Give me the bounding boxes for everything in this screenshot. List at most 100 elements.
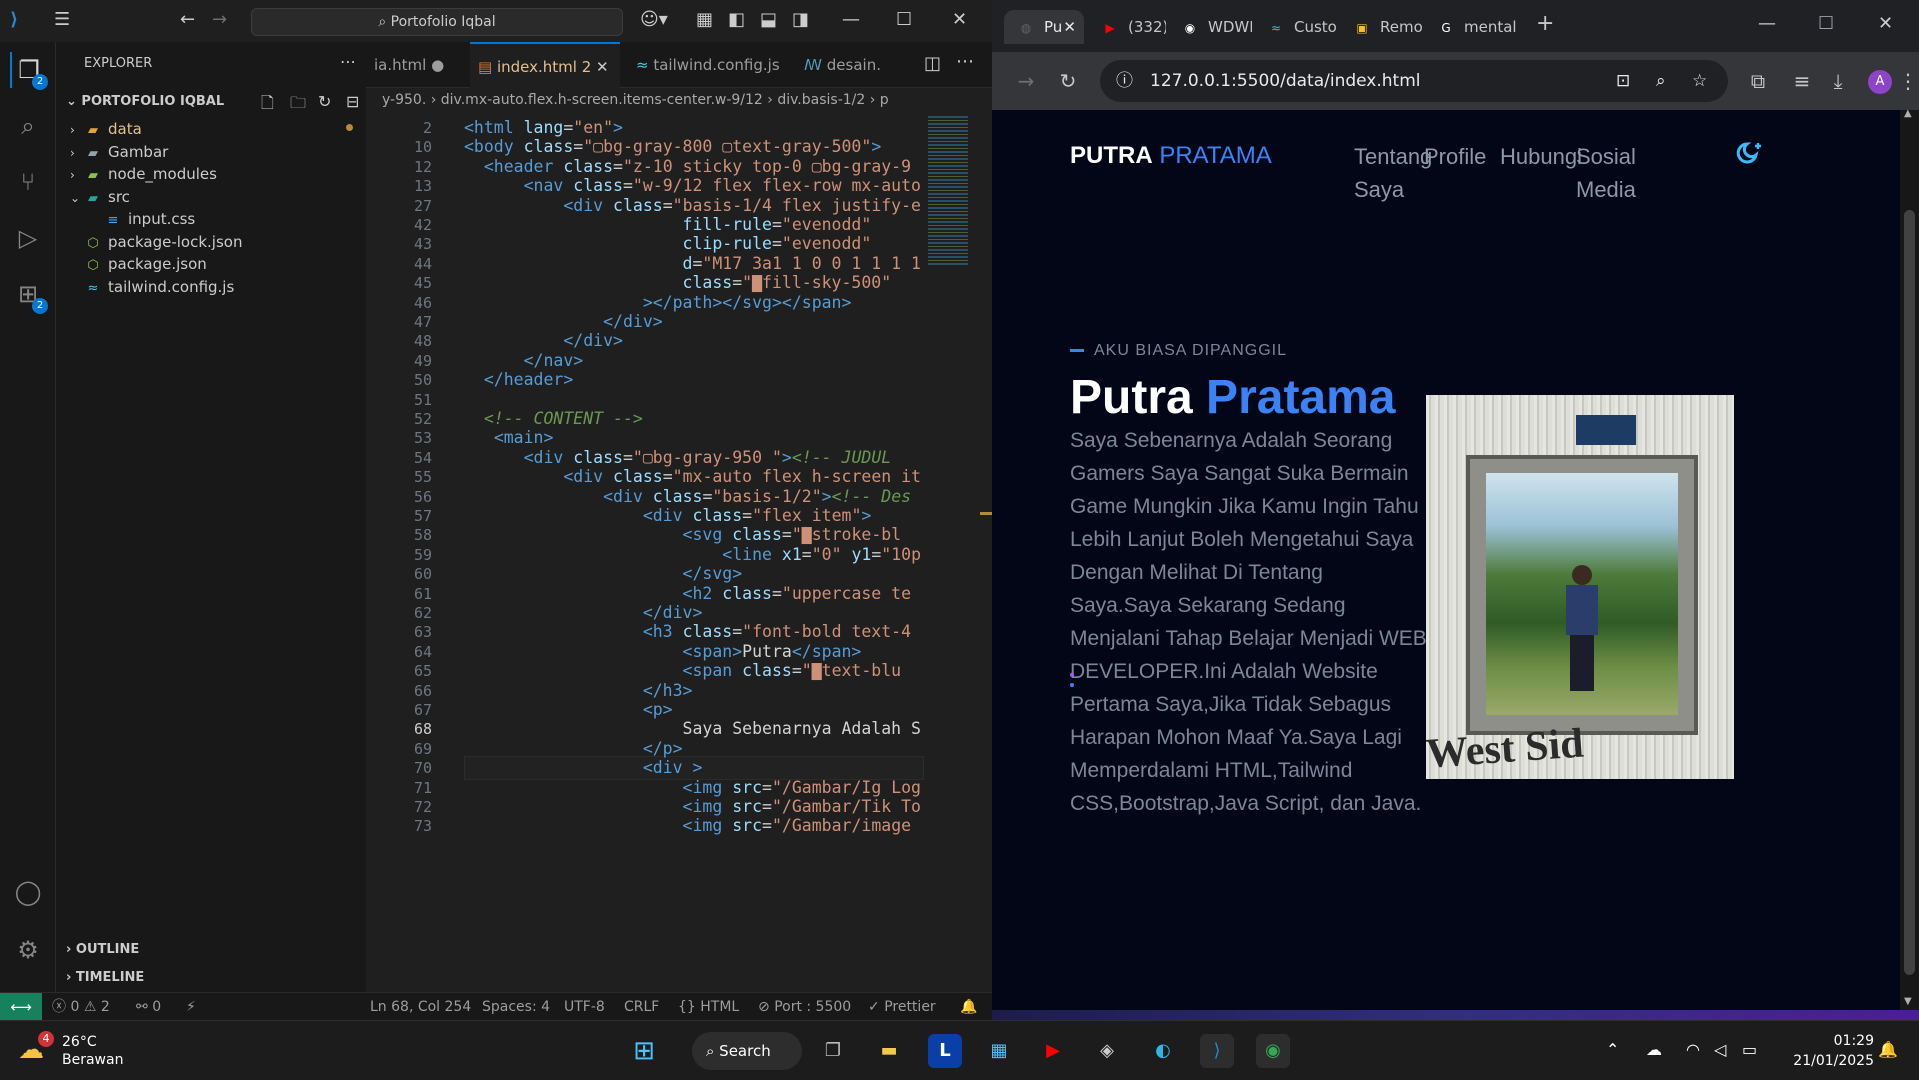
show-hidden-icons-icon[interactable]: ⌃ bbox=[1606, 1039, 1619, 1061]
forward-arrow-icon[interactable]: → bbox=[1012, 69, 1040, 93]
new-folder-icon[interactable]: 🗀 bbox=[290, 92, 306, 119]
battery-icon[interactable]: ▭ bbox=[1742, 1039, 1757, 1061]
downloads-icon[interactable]: ⤓ bbox=[1824, 69, 1852, 93]
notifications-icon[interactable]: 🔔 bbox=[960, 993, 977, 1021]
back-arrow-icon[interactable]: ← bbox=[180, 10, 195, 30]
accounts-icon[interactable]: ◯ bbox=[10, 874, 46, 910]
ports-status[interactable]: ⚯ 0 bbox=[136, 993, 161, 1021]
new-file-icon[interactable]: 🗋 bbox=[261, 92, 274, 119]
nav-link-sosial-media[interactable]: Sosial Media bbox=[1576, 140, 1636, 206]
bookmark-star-icon[interactable]: ☆ bbox=[1692, 60, 1707, 102]
editor-more-icon[interactable]: ⋯ bbox=[956, 52, 974, 72]
tab-ia-html[interactable]: ia.html ● bbox=[366, 42, 458, 88]
plug-icon[interactable]: ⚡ bbox=[186, 993, 196, 1021]
media-controls-icon[interactable]: ≡ bbox=[1788, 69, 1816, 93]
run-debug-icon[interactable]: ▷ bbox=[10, 220, 46, 256]
nav-link-hubungi[interactable]: Hubungi bbox=[1500, 140, 1582, 173]
app-icon[interactable]: ◈ bbox=[1090, 1034, 1124, 1068]
cursor-position[interactable]: Ln 68, Col 254 bbox=[370, 993, 471, 1021]
windows-start-icon[interactable]: ⊞ bbox=[627, 1034, 661, 1068]
extensions-icon[interactable]: ⊞ 2 bbox=[10, 276, 48, 314]
outline-section[interactable]: › OUTLINE bbox=[66, 942, 139, 957]
indentation-status[interactable]: Spaces: 4 bbox=[482, 993, 550, 1021]
scrollbar-thumb[interactable] bbox=[1904, 210, 1915, 975]
volume-icon[interactable]: ◁ bbox=[1714, 1039, 1726, 1061]
eol-status[interactable]: CRLF bbox=[624, 993, 659, 1021]
profile-avatar[interactable]: A bbox=[1868, 70, 1892, 94]
prettier-status[interactable]: ✓ Prettier bbox=[868, 993, 936, 1021]
timeline-section[interactable]: › TIMELINE bbox=[66, 970, 144, 985]
notification-bell-icon[interactable]: 🔔 bbox=[1878, 1039, 1898, 1061]
microsoft-store-icon[interactable]: ▦ bbox=[982, 1034, 1016, 1068]
live-server-status[interactable]: ⊘ Port : 5500 bbox=[758, 993, 851, 1021]
split-editor-icon[interactable]: ◫ bbox=[924, 54, 941, 74]
chrome-tab[interactable]: ≈ Custom bbox=[1254, 10, 1338, 44]
dark-mode-moon-icon[interactable] bbox=[1736, 140, 1766, 170]
scroll-up-icon[interactable]: ▲ bbox=[1904, 108, 1912, 119]
chrome-menu-icon[interactable]: ⋮ bbox=[1898, 69, 1918, 93]
vscode-taskbar-icon[interactable]: ⟩ bbox=[1200, 1034, 1234, 1068]
address-bar[interactable]: ⓘ 127.0.0.1:5500/data/index.html ⊡ ⌕ ☆ bbox=[1100, 60, 1728, 102]
youtube-icon[interactable]: ▶ bbox=[1036, 1034, 1070, 1068]
site-info-icon[interactable]: ⓘ bbox=[1116, 60, 1133, 102]
translate-icon[interactable]: ⊡ bbox=[1616, 60, 1630, 102]
copilot-icon[interactable]: ☺▾ bbox=[640, 10, 668, 30]
tree-item-tailwind-config-js[interactable]: ≈ tailwind.config.js bbox=[56, 274, 366, 301]
close-tab-icon[interactable]: ✕ bbox=[596, 58, 609, 76]
chrome-tab[interactable]: ▶ (332) | bbox=[1088, 10, 1166, 44]
toggle-sidebar-icon[interactable]: ◧ bbox=[728, 10, 745, 30]
breadcrumb[interactable]: y-950. › div.mx-auto.flex.h-screen.items… bbox=[366, 88, 992, 112]
scroll-down-icon[interactable]: ▼ bbox=[1904, 996, 1912, 1007]
search-view-icon[interactable]: ⌕ bbox=[10, 108, 46, 144]
chrome-taskbar-icon[interactable]: ◉ bbox=[1256, 1034, 1290, 1068]
project-header[interactable]: ⌄ PORTOFOLIO IQBAL bbox=[66, 94, 224, 109]
language-status[interactable]: {} HTML bbox=[678, 993, 739, 1021]
tab-tailwind-config[interactable]: ≈ tailwind.config.js bbox=[628, 42, 788, 88]
chrome-tab[interactable]: ▣ Remov bbox=[1340, 10, 1422, 44]
close-tab-icon[interactable]: ✕ bbox=[1063, 10, 1076, 44]
weather-text[interactable]: 26°C Berawan bbox=[62, 1033, 123, 1069]
nav-link-profile[interactable]: Profile bbox=[1424, 140, 1486, 173]
command-center-search[interactable]: ⌕ Portofolio Iqbal bbox=[251, 8, 623, 36]
task-view-icon[interactable]: ❐ bbox=[816, 1034, 850, 1068]
minimize-icon[interactable]: — bbox=[1758, 14, 1776, 34]
social-icons-placeholder[interactable] bbox=[1070, 673, 1074, 677]
encoding-status[interactable]: UTF-8 bbox=[564, 993, 605, 1021]
collapse-all-icon[interactable]: ⊟ bbox=[346, 92, 359, 111]
menu-icon[interactable]: ☰ bbox=[54, 10, 70, 30]
refresh-icon[interactable]: ↻ bbox=[318, 92, 331, 111]
source-control-icon[interactable]: ⑂ bbox=[10, 164, 46, 200]
remote-icon[interactable]: ⟷ bbox=[0, 993, 42, 1021]
maximize-icon[interactable]: ☐ bbox=[896, 10, 912, 30]
social-icons-placeholder-2[interactable] bbox=[1070, 683, 1074, 687]
code-area[interactable]: 2 <html lang="en"> 10 <body class="▢bg-gray… bbox=[366, 112, 926, 992]
weather-widget[interactable]: ☁ 4 bbox=[18, 1031, 58, 1071]
reload-icon[interactable]: ↻ bbox=[1054, 69, 1082, 93]
problems-status[interactable]: ⓧ 0 ⚠ 2 bbox=[52, 993, 110, 1021]
clock[interactable]: 01:29 21/01/2025 bbox=[1784, 1031, 1874, 1071]
toggle-panel-icon[interactable]: ⬓ bbox=[760, 10, 777, 30]
edge-browser-icon[interactable]: ◐ bbox=[1146, 1034, 1180, 1068]
page-scrollbar[interactable]: ▲ ▼ bbox=[1900, 108, 1919, 1010]
toggle-secondary-sidebar-icon[interactable]: ◨ bbox=[792, 10, 809, 30]
more-actions-icon[interactable]: ⋯ bbox=[340, 52, 356, 71]
customize-layout-icon[interactable]: ▦ bbox=[696, 10, 713, 30]
onedrive-cloud-icon[interactable]: ☁ bbox=[1646, 1039, 1662, 1061]
site-logo[interactable]: PUTRA PRATAMA bbox=[1070, 142, 1272, 170]
settings-gear-icon[interactable]: ⚙ bbox=[10, 932, 46, 968]
close-icon[interactable]: ✕ bbox=[1878, 14, 1893, 34]
zoom-icon[interactable]: ⌕ bbox=[1656, 60, 1666, 102]
close-icon[interactable]: ✕ bbox=[952, 10, 967, 30]
chrome-tab[interactable]: ◉ WDWP bbox=[1168, 10, 1252, 44]
new-tab-icon[interactable]: + bbox=[1536, 13, 1554, 35]
tab-desain[interactable]: ꟿ desain. bbox=[796, 42, 896, 88]
maximize-icon[interactable]: ☐ bbox=[1818, 14, 1834, 34]
wifi-icon[interactable]: ◠ bbox=[1686, 1039, 1700, 1061]
chrome-tab[interactable]: Gmental bbox=[1424, 10, 1516, 44]
code-line[interactable]: </header> bbox=[464, 368, 573, 392]
code-line[interactable]: <img src="/Gambar/image bbox=[464, 814, 912, 838]
nav-link-tentang-saya[interactable]: Tentang Saya bbox=[1354, 140, 1432, 206]
chrome-tab[interactable]: ◍ Pu ✕ bbox=[1004, 10, 1084, 44]
forward-arrow-icon[interactable]: → bbox=[212, 10, 227, 30]
launcher-l-icon[interactable]: L bbox=[928, 1034, 962, 1068]
